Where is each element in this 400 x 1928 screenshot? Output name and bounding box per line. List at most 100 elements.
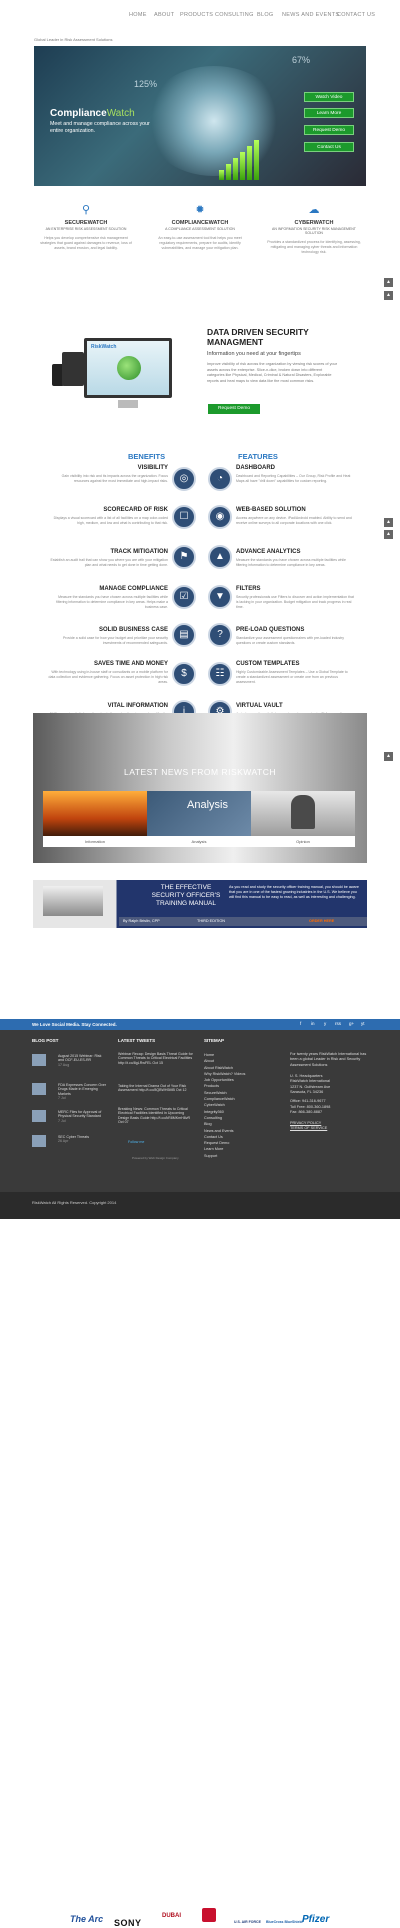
blog-thumb[interactable] [32, 1054, 46, 1066]
product-card-securewatch[interactable]: ⚲ SECUREWATCH AN ENTERPRISE RISK ASSESSM… [38, 204, 134, 272]
benefit-item: SCORECARD OF RISK Displays a visual score… [53, 507, 168, 525]
nav-blog[interactable]: BLOG [257, 12, 273, 18]
scroll-up-icon-5[interactable]: ▲ [384, 752, 393, 761]
tagline: Global Leader in Risk Assessment Solutio… [34, 37, 113, 42]
hero-title: ComplianceWatch [50, 108, 135, 119]
client-logos: The Arc SONY DUBAI U.S. AIR FORCE BlueCr… [0, 952, 400, 1928]
eye-icon: ◎ [172, 467, 196, 491]
blog-post-item[interactable]: MERC Files for Approval of Physical Secu… [58, 1110, 108, 1123]
product-card-compliancewatch[interactable]: ✹ COMPLIANCEWATCH A COMPLIANCE ASSESSMEN… [152, 204, 248, 272]
nav-consulting[interactable]: CONSULTING [215, 12, 254, 18]
sitemap-link[interactable]: Support [204, 1153, 245, 1159]
rss-icon[interactable]: rss [335, 1021, 341, 1026]
cloud-icon: ☁ [308, 204, 320, 216]
blog-thumb[interactable] [32, 1083, 46, 1095]
data-driven-subtitle: Information you need at your fingertips [207, 351, 301, 357]
sitemap-header: SITEMAP [204, 1038, 225, 1043]
product-description: An easy-to-use assessment tool that help… [158, 236, 242, 251]
banner-bottom-bar: By Ralph Brislin, CPP THIRD EDITION ORDE… [119, 917, 367, 926]
news-thumb-opinion[interactable] [251, 791, 355, 837]
product-subtitle: AN INFORMATION SECURITY RISK MANAGEMENT … [272, 227, 356, 235]
benefit-item: MANAGE COMPLIANCE Measure the standards y… [56, 586, 168, 609]
benefits-header: BENEFITS [128, 452, 166, 461]
dashboard-icon: ◔ [208, 467, 232, 491]
order-here-link[interactable]: ORDER HERE [309, 919, 334, 923]
news-caption-opinion[interactable]: Opinion [251, 836, 355, 847]
location-pin-icon: ⚑ [172, 545, 196, 569]
terms-of-service-link[interactable]: TERMS OF SERVICE [290, 1126, 370, 1131]
youtube-alt-icon[interactable]: yt [361, 1021, 365, 1026]
pfizer-logo: Pfizer [302, 1914, 330, 1925]
top-nav: HOME ABOUT PRODUCTS CONSULTING BLOG NEWS… [0, 0, 400, 40]
hero-subtitle: Meet and manage compliance across your e… [50, 121, 150, 134]
feature-item: DASHBOARD Dashboard and Reporting Capabil… [236, 465, 351, 483]
monitor-stand [118, 400, 138, 408]
contact-us-button[interactable]: Contact Us [304, 142, 354, 152]
scroll-up-icon[interactable]: ▲ [384, 278, 393, 287]
linkedin-icon[interactable]: in [311, 1021, 315, 1026]
nav-products[interactable]: PRODUCTS [180, 12, 213, 18]
hero-slider: 125% 67% ComplianceWatch Meet and manage… [34, 46, 366, 186]
filter-icon: ▼ [208, 585, 232, 609]
news-title: LATEST NEWS FROM RISKWATCH [124, 767, 276, 777]
product-description: Provides a standardized process for iden… [267, 240, 361, 255]
tweet-item[interactable]: Breaking News: Common Threats to Critica… [118, 1107, 196, 1125]
rail-logo [202, 1908, 216, 1922]
tweet-item[interactable]: Webinar Recap: Design Basis Threat Guide… [118, 1052, 196, 1065]
product-name: SECUREWATCH [64, 220, 108, 226]
youtube-icon[interactable]: y [324, 1021, 326, 1026]
nav-contact-us[interactable]: CONTACT US [337, 12, 375, 18]
banner-description: As you read and study the security offic… [229, 885, 359, 900]
benefit-item: SOLID BUSINESS CASE Provide a solid case … [62, 627, 168, 645]
nav-news-and-events[interactable]: NEWS AND EVENTS [282, 12, 339, 18]
dubai-logo: DUBAI [162, 1913, 181, 1919]
facebook-icon[interactable]: f [300, 1021, 301, 1026]
blog-post-item[interactable]: August 2015 Webinar: Risk and OCF-EU-ES-… [58, 1054, 108, 1067]
benefit-item: SAVES TIME AND MONEY With technology usin… [48, 661, 168, 684]
monitor-device-image: RiskWatch [84, 338, 172, 398]
feature-item: ADVANCE ANALYTICS Measure the standards y… [236, 549, 346, 567]
nav-home[interactable]: HOME [129, 12, 147, 18]
powered-by-credit[interactable]: Powered by Web Design Company [132, 1156, 210, 1161]
request-demo-button-2[interactable]: Request Demo [208, 404, 260, 414]
feature-item: CUSTOM TEMPLATES Highly Customizable Asse… [236, 661, 348, 684]
request-demo-button[interactable]: Request Demo [304, 125, 354, 135]
product-card-cyberwatch[interactable]: ☁ CYBERWATCH AN INFORMATION SECURITY RIS… [266, 204, 362, 272]
checklist-icon: ☑ [172, 585, 196, 609]
question-icon: ? [208, 623, 232, 647]
learn-more-button[interactable]: Learn More [304, 108, 354, 118]
product-subtitle: AN ENTERPRISE RISK ASSESSMENT SOLUTION [45, 227, 127, 231]
training-manual-banner[interactable]: THE EFFECTIVE SECURITY OFFICER'S TRAINING … [33, 880, 367, 928]
news-caption-information[interactable]: Information [43, 836, 147, 847]
product-name: CYBERWATCH [294, 220, 334, 226]
bluecross-logo: BlueCross BlueShield [266, 1920, 303, 1924]
riskwatch-logo: RiskWatch [91, 344, 117, 350]
chart-icon: ▤ [172, 623, 196, 647]
news-thumb-analysis[interactable]: Analysis [147, 791, 251, 837]
news-caption-analysis[interactable]: Analysis [147, 836, 251, 847]
feature-item: WEB-BASED SOLUTION Access anywhere on any… [236, 507, 352, 525]
compass-icon: ✹ [195, 204, 205, 216]
analytics-icon: ▲ [208, 545, 232, 569]
globe-web-icon: ◉ [208, 505, 232, 529]
scroll-up-icon-4[interactable]: ▲ [384, 530, 393, 539]
data-driven-title: DATA DRIVEN SECURITY MANAGMENT [207, 327, 309, 347]
banner-title: THE EFFECTIVE SECURITY OFFICER'S TRAINING … [151, 884, 221, 907]
scroll-up-icon-3[interactable]: ▲ [384, 518, 393, 527]
follow-me-link[interactable]: Follow me [128, 1140, 206, 1144]
scroll-up-icon-2[interactable]: ▲ [384, 291, 393, 300]
news-thumb-fire[interactable] [43, 791, 147, 837]
nav-about[interactable]: ABOUT [154, 12, 174, 18]
blog-post-item[interactable]: FDA Expresses Concern Over Drugs Made in… [58, 1083, 108, 1101]
copyright-bar: RiskWatch All Rights Reserved. Copyright… [0, 1192, 400, 1219]
footer: BLOG POST August 2015 Webinar: Risk and … [0, 1030, 400, 1219]
search-icon: ⚲ [81, 204, 91, 216]
blog-thumb[interactable] [32, 1135, 46, 1147]
product-subtitle: A COMPLIANCE ASSESSMENT SOLUTION [165, 227, 235, 231]
watch-video-button[interactable]: Watch Video [304, 92, 354, 102]
tweet-item[interactable]: Taking the Internal Drama Out of Your Ri… [118, 1084, 196, 1093]
google-plus-icon[interactable]: g+ [349, 1021, 354, 1026]
social-media-bar: We Love Social Media. Stay Connected. f … [0, 1019, 400, 1030]
blog-thumb[interactable] [32, 1110, 46, 1122]
blog-post-item[interactable]: SEC Cyber Threats 26 Apr [58, 1135, 108, 1144]
